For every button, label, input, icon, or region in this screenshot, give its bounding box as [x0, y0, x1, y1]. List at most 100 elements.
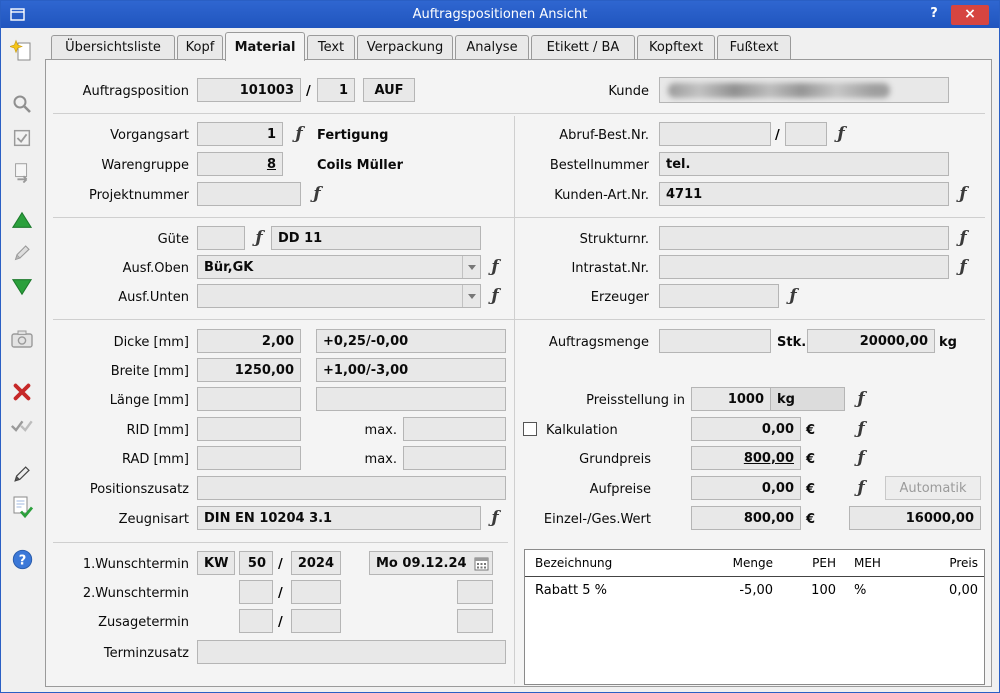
tab-material[interactable]: Material — [225, 32, 305, 61]
grundpreis-field[interactable]: 800,00 — [691, 446, 801, 470]
function-icon[interactable]: ƒ — [291, 124, 307, 144]
slash-separator: / — [306, 83, 311, 99]
intrastat-field[interactable] — [659, 255, 949, 279]
checklist-icon[interactable] — [8, 124, 36, 152]
function-icon[interactable]: ƒ — [309, 184, 325, 204]
function-icon[interactable]: ƒ — [853, 448, 869, 468]
rad-max-field[interactable] — [403, 446, 506, 470]
einzel-ges-wert-label: Einzel-/Ges.Wert — [543, 511, 651, 527]
automatik-button[interactable]: Automatik — [885, 476, 981, 500]
edit-icon[interactable] — [8, 239, 36, 267]
function-icon[interactable]: ƒ — [853, 419, 869, 439]
function-icon[interactable]: ƒ — [833, 124, 849, 144]
zusagetermin-jahr-field[interactable] — [291, 609, 341, 633]
kalkulation-field[interactable]: 0,00 — [691, 417, 801, 441]
new-record-icon[interactable] — [8, 37, 36, 65]
abruf-bestnr-field-2[interactable] — [785, 122, 827, 146]
move-down-icon[interactable] — [8, 273, 36, 301]
wunschtermin1-kw-field[interactable]: 50 — [239, 551, 273, 575]
ausf-unten-label: Ausf.Unten — [118, 289, 189, 305]
erzeuger-field[interactable] — [659, 284, 779, 308]
function-icon[interactable]: ƒ — [785, 286, 801, 306]
auftragsart-field[interactable]: AUF — [363, 78, 415, 102]
guete-text-field[interactable]: DD 11 — [271, 226, 481, 250]
function-icon[interactable]: ƒ — [251, 228, 267, 248]
gesamtwert-field[interactable]: 16000,00 — [849, 506, 981, 530]
help-button[interactable]: ? — [925, 6, 943, 24]
positionszusatz-field[interactable] — [197, 476, 506, 500]
function-icon[interactable]: ƒ — [955, 257, 971, 277]
kunden-artnr-field[interactable]: 4711 — [659, 182, 949, 206]
bestellnummer-field[interactable]: tel. — [659, 152, 949, 176]
tab-uebersichtsliste[interactable]: Übersichtsliste — [51, 35, 175, 59]
function-icon[interactable]: ƒ — [853, 478, 869, 498]
search-icon[interactable] — [8, 90, 36, 118]
tab-verpackung[interactable]: Verpackung — [357, 35, 453, 59]
wunschtermin1-datum-field[interactable]: Mo 09.12.24 — [369, 551, 493, 575]
projektnummer-field[interactable] — [197, 182, 301, 206]
dicke-toleranz-field[interactable]: +0,25/-0,00 — [316, 329, 506, 353]
move-up-icon[interactable] — [8, 206, 36, 234]
einzelwert-field[interactable]: 800,00 — [691, 506, 801, 530]
function-icon[interactable]: ƒ — [955, 228, 971, 248]
kunde-field[interactable] — [659, 77, 949, 103]
strukturnr-field[interactable] — [659, 226, 949, 250]
function-icon[interactable]: ƒ — [853, 389, 869, 409]
camera-icon[interactable] — [8, 325, 36, 353]
rid-field[interactable] — [197, 417, 301, 441]
laenge-field[interactable] — [197, 387, 301, 411]
tab-kopftext[interactable]: Kopftext — [637, 35, 715, 59]
preisstellung-field[interactable]: 1000 — [691, 387, 771, 411]
pencil-icon[interactable] — [8, 460, 36, 488]
save-document-icon[interactable] — [8, 493, 36, 521]
tab-etikett-ba[interactable]: Etikett / BA — [531, 35, 635, 59]
terminzusatz-field[interactable] — [197, 640, 506, 664]
app-window: Auftragspositionen Ansicht ? × ? Übersic… — [0, 0, 1000, 693]
chevron-down-icon[interactable] — [462, 285, 480, 307]
confirm-icon[interactable] — [8, 411, 36, 439]
zusagetermin-datum-field[interactable] — [457, 609, 493, 633]
abruf-bestnr-field-1[interactable] — [659, 122, 771, 146]
vorgangsart-field[interactable]: 1 — [197, 122, 283, 146]
einzelwert-currency: € — [806, 511, 816, 527]
send-icon[interactable] — [8, 158, 36, 186]
preisstellung-unit-field[interactable]: kg — [770, 387, 845, 411]
ausf-oben-dropdown[interactable]: Bür,GK — [197, 255, 481, 279]
breite-field[interactable]: 1250,00 — [197, 358, 301, 382]
ausf-oben-label: Ausf.Oben — [122, 260, 189, 276]
chevron-down-icon[interactable] — [462, 256, 480, 278]
position-nr-field[interactable]: 1 — [317, 78, 355, 102]
laenge-toleranz-field[interactable] — [316, 387, 506, 411]
ausf-unten-dropdown[interactable] — [197, 284, 481, 308]
tab-analyse[interactable]: Analyse — [455, 35, 529, 59]
delete-icon[interactable] — [8, 378, 36, 406]
aufpreise-field[interactable]: 0,00 — [691, 476, 801, 500]
rad-field[interactable] — [197, 446, 301, 470]
rid-max-field[interactable] — [403, 417, 506, 441]
auftragsmenge-kg-field[interactable]: 20000,00 — [807, 329, 935, 353]
auftragsmenge-stk-field[interactable] — [659, 329, 771, 353]
help-icon[interactable]: ? — [8, 545, 36, 573]
tab-fusstext[interactable]: Fußtext — [717, 35, 791, 59]
grundpreis-label: Grundpreis — [579, 451, 651, 467]
erzeuger-label: Erzeuger — [590, 289, 649, 305]
wunschtermin2-datum-field[interactable] — [457, 580, 493, 604]
guete-code-field[interactable] — [197, 226, 245, 250]
tab-kopf[interactable]: Kopf — [177, 35, 223, 59]
table-row[interactable]: Rabatt 5 % -5,00 100 % 0,00 — [525, 577, 984, 604]
zusagetermin-kw-field[interactable] — [239, 609, 273, 633]
calendar-icon[interactable] — [474, 556, 489, 574]
warengruppe-field[interactable]: 8 — [197, 152, 283, 176]
wunschtermin2-kw-field[interactable] — [239, 580, 273, 604]
auftragsposition-field[interactable]: 101003 — [197, 78, 301, 102]
kalkulation-checkbox[interactable] — [523, 422, 537, 436]
breite-toleranz-field[interactable]: +1,00/-3,00 — [316, 358, 506, 382]
wunschtermin2-jahr-field[interactable] — [291, 580, 341, 604]
zeugnisart-field[interactable]: DIN EN 10204 3.1 — [197, 506, 481, 530]
wunschtermin1-jahr-field[interactable]: 2024 — [291, 551, 341, 575]
close-button[interactable]: × — [951, 5, 989, 25]
function-icon[interactable]: ƒ — [955, 184, 971, 204]
title-bar[interactable]: Auftragspositionen Ansicht ? × — [1, 1, 999, 28]
tab-text[interactable]: Text — [307, 35, 355, 59]
dicke-field[interactable]: 2,00 — [197, 329, 301, 353]
